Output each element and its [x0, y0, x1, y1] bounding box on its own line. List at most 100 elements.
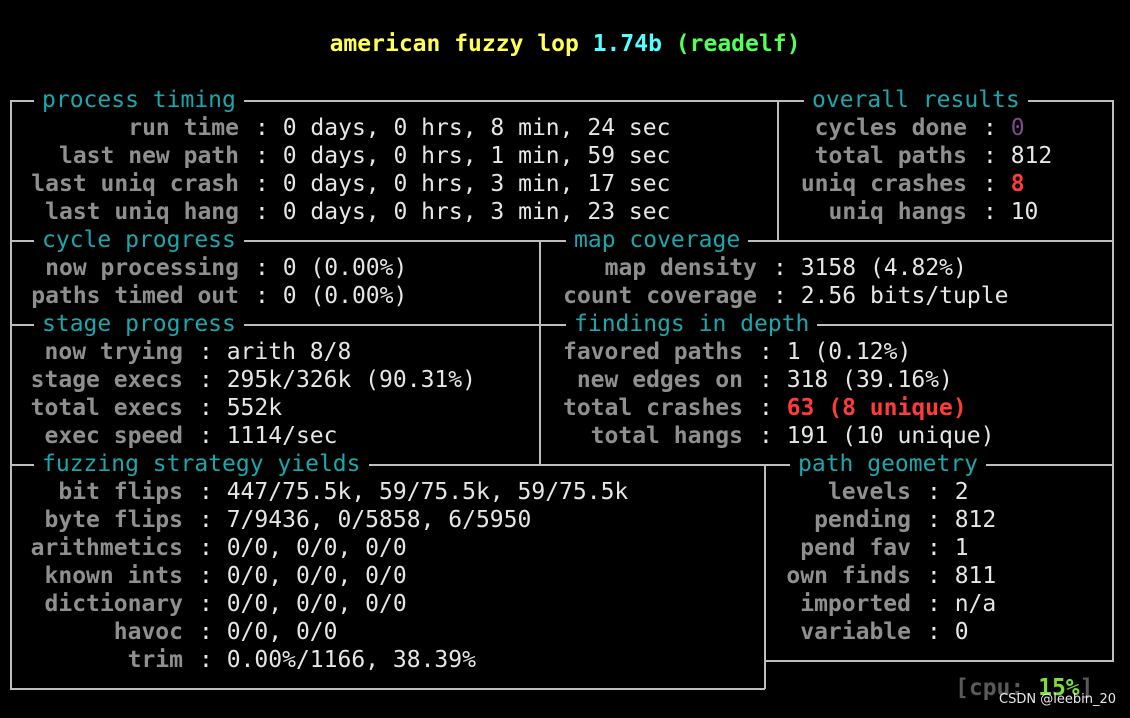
total-hangs-label: total hangs [590, 423, 743, 449]
title-target: (readelf) [675, 31, 801, 57]
now-trying-value: : arith 8/8 [199, 339, 352, 365]
run-time-value: : 0 days, 0 hrs, 8 min, 24 sec [255, 115, 671, 141]
uniq-hangs-label: uniq hangs [828, 199, 967, 225]
last-new-path-text: 0 days, 0 hrs, 1 min, 59 sec [282, 143, 671, 169]
levels-value: : 2 [927, 479, 969, 505]
last-uniq-crash-value: : 0 days, 0 hrs, 3 min, 17 sec [255, 171, 671, 197]
bit-flips-value: : 447/75.5k, 59/75.5k, 59/75.5k [199, 479, 629, 505]
run-time-text: 0 days, 0 hrs, 8 min, 24 sec [282, 115, 671, 141]
total-hangs-text: 191 (10 unique) [786, 423, 995, 449]
known-ints-label: known ints [44, 563, 183, 589]
now-processing-text: 0 (0.00%) [282, 255, 408, 281]
frame-left-line [10, 100, 12, 689]
exec-speed-text: 1114/sec [226, 423, 338, 449]
frame-line-geometry-bottom [764, 660, 1114, 662]
section-process-timing: process timing [34, 86, 244, 114]
cycles-done-value: : 0 [983, 115, 1025, 141]
section-cycle-progress: cycle progress [34, 226, 244, 254]
trim-text: 0.00%/1166, 38.39% [226, 647, 476, 673]
total-crashes-value: : 63 (8 unique) [759, 395, 967, 421]
section-path-geometry: path geometry [790, 450, 987, 478]
frame-divider-timing [777, 100, 779, 241]
map-density-label: map density [604, 255, 757, 281]
count-coverage-value: : 2.56 bits/tuple [773, 283, 1009, 309]
bit-flips-label: bit flips [58, 479, 183, 505]
pending-value: : 812 [927, 507, 997, 533]
section-stage-progress: stage progress [34, 310, 244, 338]
uniq-hangs-text: 10 [1010, 199, 1039, 225]
now-processing-label: now processing [45, 255, 239, 281]
arithmetics-value: : 0/0, 0/0, 0/0 [199, 535, 407, 561]
count-coverage-label: count coverage [563, 283, 757, 309]
new-edges-on-value: : 318 (39.16%) [759, 367, 953, 393]
imported-text: n/a [954, 591, 997, 617]
pending-label: pending [814, 507, 911, 533]
stage-execs-text: 295k/326k (90.31%) [226, 367, 476, 393]
known-ints-value: : 0/0, 0/0, 0/0 [199, 563, 407, 589]
total-paths-value: : 812 [983, 143, 1053, 169]
byte-flips-text: 7/9436, 0/5858, 6/5950 [226, 507, 532, 533]
dictionary-label: dictionary [44, 591, 183, 617]
variable-value: : 0 [927, 619, 969, 645]
map-density-text: 3158 (4.82%) [800, 255, 967, 281]
section-fuzzing-strategy-yields: fuzzing strategy yields [34, 450, 369, 478]
now-trying-label: now trying [44, 339, 183, 365]
variable-text: 0 [954, 619, 969, 645]
count-coverage-text: 2.56 bits/tuple [800, 283, 1009, 309]
last-new-path-value: : 0 days, 0 hrs, 1 min, 59 sec [255, 143, 671, 169]
last-uniq-hang-label: last uniq hang [45, 199, 239, 225]
cycles-done-text: 0 [1010, 115, 1025, 141]
total-execs-text: 552k [226, 395, 283, 421]
total-paths-label: total paths [814, 143, 967, 169]
variable-label: variable [800, 619, 911, 645]
favored-paths-text: 1 (0.12%) [786, 339, 912, 365]
byte-flips-label: byte flips [44, 507, 183, 533]
new-edges-on-label: new edges on [576, 367, 743, 393]
paths-timed-out-text: 0 (0.00%) [282, 283, 408, 309]
pend-fav-value: : 1 [927, 535, 969, 561]
frame-divider-bottom [764, 464, 766, 689]
total-execs-label: total execs [30, 395, 183, 421]
frame-line-bottom [10, 688, 765, 690]
app-title: american fuzzy lop 1.74b (readelf) [0, 30, 1130, 58]
arithmetics-text: 0/0, 0/0, 0/0 [226, 535, 407, 561]
map-density-value: : 3158 (4.82%) [773, 255, 967, 281]
own-finds-value: : 811 [927, 563, 997, 589]
title-prefix: american fuzzy lop [329, 31, 593, 57]
last-uniq-crash-label: last uniq crash [31, 171, 239, 197]
new-edges-on-text: 318 (39.16%) [786, 367, 953, 393]
run-time-label: run time [128, 115, 239, 141]
total-crashes-label: total crashes [562, 395, 743, 421]
bit-flips-text: 447/75.5k, 59/75.5k, 59/75.5k [226, 479, 629, 505]
last-new-path-label: last new path [58, 143, 239, 169]
trim-label: trim [127, 647, 183, 673]
last-uniq-hang-value: : 0 days, 0 hrs, 3 min, 23 sec [255, 199, 671, 225]
favored-paths-label: favored paths [562, 339, 743, 365]
uniq-crashes-label: uniq crashes [800, 171, 967, 197]
trim-value: : 0.00%/1166, 38.39% [199, 647, 476, 673]
now-processing-value: : 0 (0.00%) [255, 255, 408, 281]
havoc-label: havoc [113, 619, 183, 645]
uniq-hangs-value: : 10 [983, 199, 1039, 225]
section-findings-in-depth: findings in depth [566, 310, 818, 338]
byte-flips-value: : 7/9436, 0/5858, 6/5950 [199, 507, 532, 533]
watermark: CSDN @leebin_20 [999, 692, 1116, 707]
uniq-crashes-text: 8 [1010, 171, 1025, 197]
imported-value: : n/a [927, 591, 997, 617]
stage-execs-value: : 295k/326k (90.31%) [199, 367, 476, 393]
frame-right-line [1112, 100, 1114, 661]
total-crashes-text: 63 (8 unique) [786, 395, 967, 421]
known-ints-text: 0/0, 0/0, 0/0 [226, 563, 407, 589]
cycles-done-label: cycles done [814, 115, 967, 141]
paths-timed-out-value: : 0 (0.00%) [255, 283, 408, 309]
pend-fav-label: pend fav [800, 535, 911, 561]
title-version: 1.74b [592, 31, 662, 57]
dictionary-text: 0/0, 0/0, 0/0 [226, 591, 407, 617]
havoc-value: : 0/0, 0/0 [199, 619, 338, 645]
paths-timed-out-label: paths timed out [31, 283, 239, 309]
levels-label: levels [827, 479, 911, 505]
dictionary-value: : 0/0, 0/0, 0/0 [199, 591, 407, 617]
own-finds-text: 811 [954, 563, 997, 589]
havoc-text: 0/0, 0/0 [226, 619, 338, 645]
pending-text: 812 [954, 507, 997, 533]
